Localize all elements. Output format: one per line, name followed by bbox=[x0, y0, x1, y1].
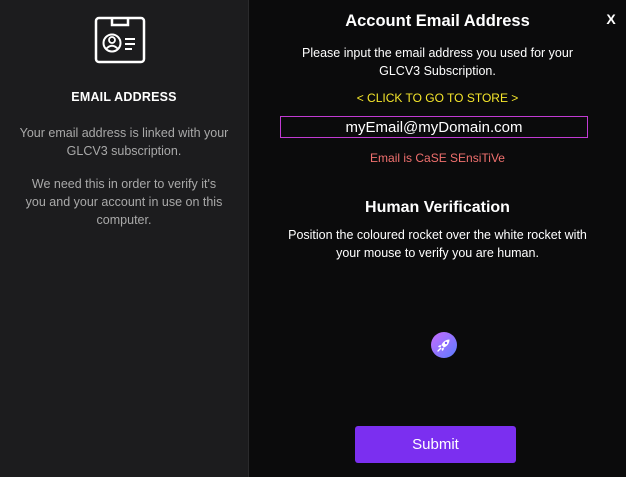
info-title: EMAIL ADDRESS bbox=[71, 90, 177, 104]
info-text-verify: We need this in order to verify it's you… bbox=[25, 177, 223, 227]
email-field[interactable] bbox=[281, 117, 587, 137]
info-text-linked: Your email address is linked with your G… bbox=[19, 126, 229, 158]
form-description: Please input the email address you used … bbox=[302, 46, 573, 78]
case-sensitive-note: Email is CaSE SEnsiTiVe bbox=[370, 151, 505, 165]
id-card-icon bbox=[94, 16, 146, 64]
verification-title: Human Verification bbox=[365, 199, 510, 216]
rocket-icon[interactable] bbox=[430, 331, 458, 359]
submit-button[interactable]: Submit bbox=[355, 426, 516, 463]
store-link[interactable]: < CLICK TO GO TO STORE > bbox=[249, 91, 626, 105]
email-field-box bbox=[280, 116, 588, 138]
verification-description: Position the coloured rocket over the wh… bbox=[288, 228, 587, 260]
form-title: Account Email Address bbox=[345, 12, 530, 30]
info-panel bbox=[0, 0, 248, 477]
